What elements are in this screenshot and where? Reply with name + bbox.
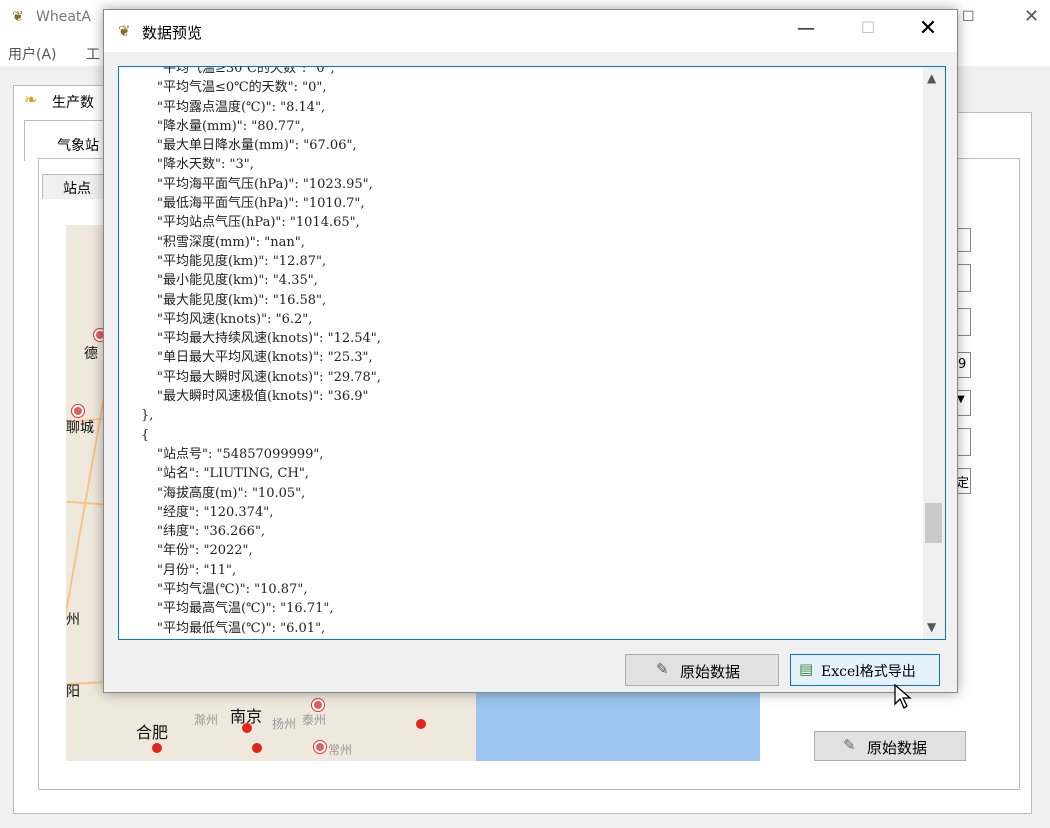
json-line: "单日最大平均风速(knots)": "25.3", <box>157 350 373 366</box>
close-icon[interactable]: ✕ <box>916 16 940 41</box>
map-label: 德 <box>84 346 98 362</box>
map-label-taizhou: 泰州 <box>302 713 327 727</box>
corn-icon: ❧ <box>24 90 38 109</box>
json-line: "平均能见度(km)": "12.87", <box>157 253 327 269</box>
scroll-down-icon[interactable]: ▼ <box>927 620 936 634</box>
json-line: "站点号": "54857099999", <box>157 446 324 462</box>
json-line: "最低海平面气压(hPa)": "1010.7", <box>157 196 365 212</box>
station-pin[interactable] <box>152 743 162 753</box>
json-line: "平均气温≤0℃的天数": "0", <box>157 80 327 96</box>
json-lines: "平均气温≥30℃的天数": "0", "平均气温≤0℃的天数": "0", "平均… <box>139 66 919 639</box>
wheat-app-icon: ❦ <box>118 22 131 40</box>
json-line: "平均站点气压(hPa)": "1014.65", <box>157 215 360 231</box>
raw-data-button-main[interactable]: ✎ 原始数据 <box>814 731 966 761</box>
json-line: "平均气温≥30℃的天数": "0", <box>157 66 335 76</box>
json-line: "纬度": "36.266", <box>157 524 266 540</box>
json-line: "平均气温(℃)": "10.87", <box>157 582 308 598</box>
city-dot[interactable] <box>72 405 84 417</box>
map-label-yangzhou: 扬州 <box>272 717 297 731</box>
map-label-chuzhou: 滁州 <box>194 713 219 727</box>
station-pin[interactable] <box>252 743 262 753</box>
map-label-changzhou: 常州 <box>328 743 353 757</box>
map-label: 州 <box>66 612 80 628</box>
map-label: 阳 <box>66 684 80 700</box>
json-line: "最大单日降水量(mm)": "67.06", <box>157 138 357 154</box>
scrollbar-thumb[interactable] <box>925 503 942 543</box>
json-line: "平均风速(knots)": "6.2", <box>157 311 313 327</box>
close-icon[interactable]: ✕ <box>1024 6 1044 27</box>
map-label-nanjing: 南京 <box>230 707 263 726</box>
document-icon: ▤ <box>799 660 814 678</box>
chevron-down-icon: ▼ <box>957 394 965 405</box>
mouse-cursor-icon <box>894 684 912 709</box>
raw-data-button[interactable]: ✎ 原始数据 <box>625 654 779 686</box>
menu-tools[interactable]: 工 <box>86 44 100 64</box>
json-line: "平均最高气温(℃)": "16.71", <box>157 601 334 617</box>
vertical-scrollbar[interactable]: ▲ ▼ <box>923 67 945 639</box>
json-line: "最大能见度(km)": "16.58", <box>157 292 327 308</box>
menu-user[interactable]: 用户(A) <box>8 44 57 64</box>
json-line: "海拔高度(m)": "10.05", <box>157 485 306 501</box>
json-line: "降水量(mm)": "80.77", <box>157 118 305 134</box>
scroll-up-icon[interactable]: ▲ <box>927 71 936 85</box>
json-line: "最高气温极值(℃)": "21.0", <box>139 638 919 639</box>
map-label: 聊城 <box>66 420 94 436</box>
json-line: "平均最低气温(℃)": "6.01", <box>157 620 326 636</box>
json-line: "最大瞬时风速极值(knots)": "36.9" <box>157 389 369 405</box>
dialog-titlebar: ❦ 数据预览 — ☐ ✕ <box>104 10 957 52</box>
json-line: "积雪深度(mm)": "nan", <box>157 234 305 250</box>
minimize-icon[interactable]: — <box>794 18 818 42</box>
json-line: "平均露点温度(℃)": "8.14", <box>157 99 326 115</box>
main-window-title: WheatA <box>36 9 91 25</box>
json-line: "月份": "11", <box>157 562 237 578</box>
json-line: "年份": "2022", <box>157 543 253 559</box>
json-line: }, <box>141 408 154 424</box>
json-line: "平均最大瞬时风速(knots)": "29.78", <box>157 369 381 385</box>
tool-icon: ✎ <box>843 736 856 754</box>
excel-export-button[interactable]: ▤ Excel格式导出 <box>790 654 940 686</box>
json-line: "最小能见度(km)": "4.35", <box>157 273 318 289</box>
json-line: "平均海平面气压(hPa)": "1023.95", <box>157 176 373 192</box>
maximize-icon[interactable]: ☐ <box>856 18 880 42</box>
json-preview-textbox[interactable]: "平均气温≥30℃的天数": "0", "平均气温≤0℃的天数": "0", "平均… <box>118 66 946 640</box>
wheat-app-icon: ❦ <box>12 9 24 25</box>
station-pin[interactable] <box>416 719 426 729</box>
city-dot[interactable] <box>314 741 326 753</box>
tool-icon: ✎ <box>656 660 669 678</box>
json-line: { <box>141 427 150 443</box>
map-label-hefei: 合肥 <box>136 723 169 742</box>
city-dot[interactable] <box>312 699 324 711</box>
json-line: "站名": "LIUTING, CH", <box>157 466 309 482</box>
json-line: "平均最大持续风速(knots)": "12.54", <box>157 331 381 347</box>
data-preview-dialog: ❦ 数据预览 — ☐ ✕ "平均气温≥30℃的天数": "0", "平均气温≤0℃… <box>103 9 958 693</box>
json-line: "降水天数": "3", <box>157 157 254 173</box>
dialog-title: 数据预览 <box>142 24 203 42</box>
maximize-icon[interactable]: ☐ <box>962 9 978 25</box>
json-line: "经度": "120.374", <box>157 504 274 520</box>
